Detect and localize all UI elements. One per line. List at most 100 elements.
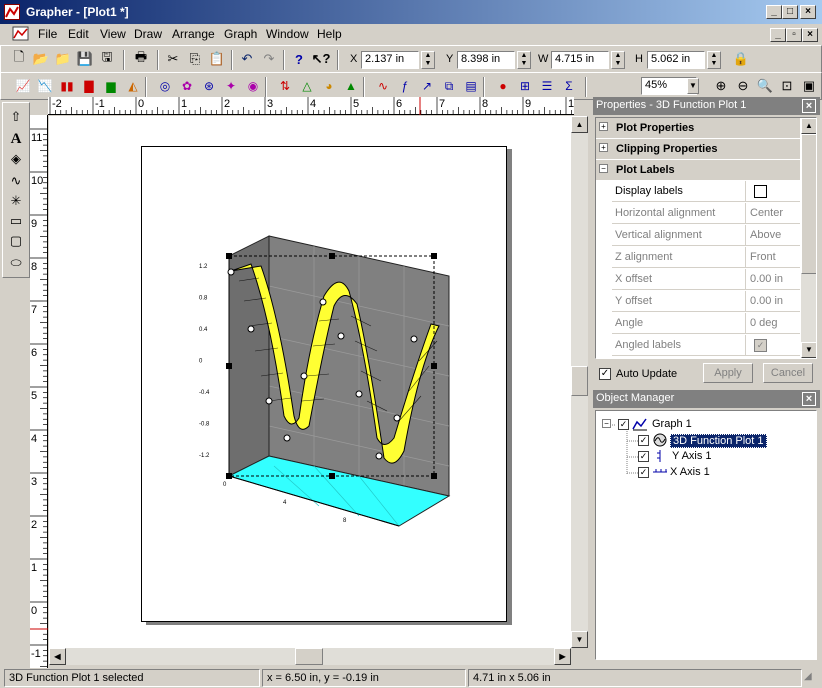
save-all-icon[interactable]: 🖫 [97,49,117,69]
tree-item-graph[interactable]: Graph 1 [652,418,692,430]
zoom-page-icon[interactable]: ▣ [799,76,819,96]
property-value[interactable]: 0.00 in [747,291,800,311]
color-fill-icon[interactable]: ● [493,76,513,96]
cut-icon[interactable]: ✂ [163,49,183,69]
x-spin[interactable]: ▲ ▼ [421,51,435,69]
scroll-left-button[interactable]: ◀ [49,648,66,665]
open-icon[interactable]: 📂 [31,49,51,69]
property-row[interactable]: Z alignment Front [612,247,800,268]
undo-icon[interactable]: ↶ [237,49,257,69]
tree-item-3d-function-plot[interactable]: 3D Function Plot 1 [670,434,767,448]
help-icon[interactable]: ? [289,49,309,69]
ellipse-tool-icon[interactable]: ⬭ [6,253,26,273]
vertical-scrollbar[interactable]: ▲ ▼ [571,116,588,648]
histogram-icon[interactable]: ▇ [79,76,99,96]
doc-minimize-button[interactable]: _ [770,28,786,42]
zoom-out-icon[interactable]: ⊖ [733,76,753,96]
function-plot-icon[interactable]: ∿ [373,76,393,96]
plot-checkbox[interactable]: ✓ [638,435,649,446]
expand-icon[interactable]: + [599,143,608,152]
property-row[interactable]: Horizontal alignment Center [612,203,800,224]
property-value[interactable]: ✓ [747,335,800,355]
bar-chart-icon[interactable]: ▮▮ [57,76,77,96]
menu-graph[interactable]: Graph [224,27,257,41]
property-row[interactable]: Angle 0 deg [612,313,800,334]
property-row[interactable]: X offset 0.00 in [612,269,800,290]
zoom-fit-icon[interactable]: ⊡ [777,76,797,96]
property-value[interactable]: Center [747,203,800,223]
line-plot-icon[interactable]: 📈 [13,76,33,96]
property-value[interactable]: Above [747,225,800,245]
collapse-icon[interactable]: − [599,164,608,173]
tree-item-x-axis[interactable]: X Axis 1 [670,466,710,478]
scroll-down-button[interactable]: ▼ [571,631,588,648]
minimize-button[interactable]: _ [766,5,782,19]
resize-grip-icon[interactable]: ◢ [804,671,820,687]
legend-icon[interactable]: ☰ [537,76,557,96]
area-plot-icon[interactable]: ◭ [123,76,143,96]
doc-close-button[interactable]: × [802,28,818,42]
print-icon[interactable]: 🖶 [131,49,151,69]
vector-plot-icon[interactable]: ↗ [417,76,437,96]
3d-line-icon[interactable]: ⧉ [439,76,459,96]
polygon-tool-icon[interactable]: ◈ [6,149,26,169]
property-checkbox[interactable] [754,185,767,198]
menu-window[interactable]: Window [266,27,309,41]
radar-plot-icon[interactable]: ✦ [221,76,241,96]
xy-function-icon[interactable]: ƒ [395,76,415,96]
zoom-dropdown[interactable]: ▼ [687,78,699,94]
wind-plot-icon[interactable]: ⊛ [199,76,219,96]
menu-arrange[interactable]: Arrange [172,27,215,41]
horizontal-scroll-thumb[interactable] [295,648,323,665]
ternary-triangle-icon[interactable]: ▲ [341,76,361,96]
polar-bar-icon[interactable]: ◉ [243,76,263,96]
zoom-in-icon[interactable]: ⊕ [711,76,731,96]
document-canvas[interactable]: 1.20.80.40-0.4-0.8-1.2 04812 [49,116,571,648]
rounded-rect-tool-icon[interactable]: ▢ [6,231,26,251]
x-axis-checkbox[interactable]: ✓ [638,467,649,478]
properties-close-button[interactable]: × [802,99,816,113]
x-position-field[interactable]: 2.137 in [361,51,419,69]
open-template-icon[interactable]: 📁 [53,49,73,69]
auto-update-checkbox[interactable]: ✓ [599,368,611,380]
w-spin[interactable]: ▲ ▼ [611,51,625,69]
property-value[interactable]: 0 deg [747,313,800,333]
height-field[interactable]: 5.062 in [647,51,705,69]
maximize-button[interactable]: □ [782,5,798,19]
prop-scroll-thumb[interactable] [801,134,816,274]
prop-scroll-up[interactable]: ▲ [801,118,816,134]
menu-view[interactable]: View [100,27,126,41]
graph1-checkbox[interactable]: ✓ [618,419,629,430]
y-position-field[interactable]: 8.398 in [457,51,515,69]
polar-plot-icon[interactable]: ◎ [155,76,175,96]
polyline-tool-icon[interactable]: ∿ [6,171,26,191]
horizontal-scrollbar[interactable]: ◀ ▶ [49,648,571,665]
section-plot-labels[interactable]: − Plot Labels [596,160,800,181]
property-row[interactable]: Angled labels ✓ [612,335,800,356]
axis-icon[interactable]: ⊞ [515,76,535,96]
hilo-plot-icon[interactable]: ⇅ [275,76,295,96]
ternary-plot-icon[interactable]: △ [297,76,317,96]
property-value[interactable]: 0.00 in [747,269,800,289]
menu-edit[interactable]: Edit [68,27,89,41]
close-button[interactable]: × [800,5,816,19]
property-row[interactable]: Display labels [612,181,800,202]
summation-icon[interactable]: Σ [559,76,579,96]
property-value[interactable] [747,181,800,201]
rose-plot-icon[interactable]: ✿ [177,76,197,96]
pie-chart-icon[interactable]: ◕ [319,76,339,96]
lock-icon[interactable]: 🔒 [731,49,751,69]
tree-collapse-icon[interactable]: − [602,419,611,428]
paste-icon[interactable]: 📋 [207,49,227,69]
class-plot-icon[interactable]: 📉 [35,76,55,96]
property-row[interactable]: Vertical alignment Above [612,225,800,246]
app-icon[interactable] [4,4,20,20]
object-manager-close-button[interactable]: × [802,392,816,406]
expand-icon[interactable]: + [599,122,608,131]
apply-button[interactable]: Apply [703,363,753,383]
symbol-tool-icon[interactable]: ✳ [6,191,26,211]
menu-file[interactable]: File [38,27,57,41]
save-icon[interactable]: 💾 [75,49,95,69]
menu-draw[interactable]: Draw [134,27,162,41]
property-value[interactable]: Front [747,247,800,267]
